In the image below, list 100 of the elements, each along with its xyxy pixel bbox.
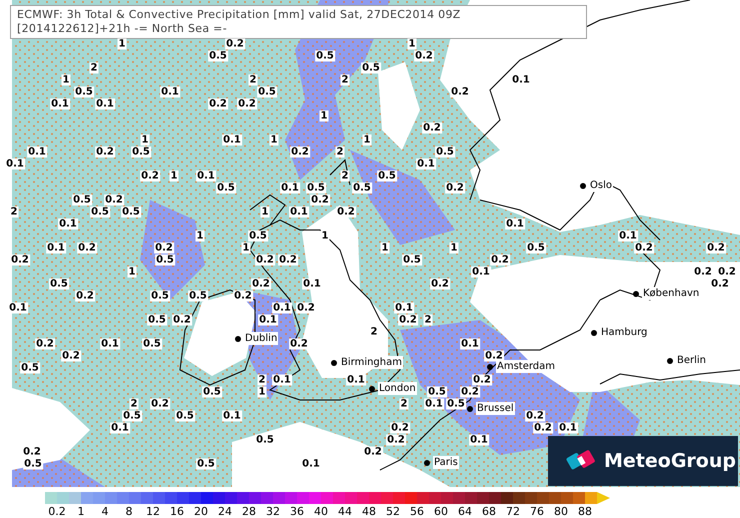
contour-label: 0.5 <box>142 338 162 350</box>
contour-label: 0.2 <box>154 242 174 254</box>
contour-label: 0.5 <box>23 458 43 470</box>
contour-label: 0.5 <box>526 242 546 254</box>
contour-label: 2 <box>336 146 344 158</box>
contour-label: 0.5 <box>74 86 94 98</box>
contour-label: 0.2 <box>140 170 160 182</box>
contour-label: 2 <box>10 206 18 218</box>
contour-label: 0.5 <box>361 62 381 74</box>
contour-label: 1 <box>320 230 330 242</box>
contour-label: 0.1 <box>618 230 638 242</box>
contour-label: 0.1 <box>424 398 444 410</box>
contour-label: 0.2 <box>296 302 316 314</box>
contour-label: 0.1 <box>471 266 491 278</box>
contour-label: 1 <box>270 134 278 146</box>
contour-label: 1 <box>408 38 416 50</box>
city-label: Dublin <box>244 332 278 345</box>
contour-label: 0.5 <box>175 410 195 422</box>
contour-label: 0.2 <box>525 410 545 422</box>
contour-label: 0.2 <box>251 278 271 290</box>
contour-label: 0.2 <box>225 38 245 50</box>
contour-label: 0.5 <box>306 182 326 194</box>
scale-label: 24 <box>218 506 232 518</box>
contour-label: 1 <box>140 134 150 146</box>
contour-label: 1 <box>196 230 204 242</box>
contour-label: 0.2 <box>233 290 253 302</box>
contour-label: 0.1 <box>196 170 216 182</box>
city-label: Hamburg <box>600 326 648 339</box>
contour-label: 0.1 <box>27 146 47 158</box>
scale-label: 64 <box>458 506 472 518</box>
contour-label: 1 <box>118 38 126 50</box>
contour-label: 1 <box>260 206 270 218</box>
contour-label: 0.2 <box>10 254 30 266</box>
contour-label: 0.2 <box>414 50 434 62</box>
contour-label: 0.2 <box>390 422 410 434</box>
contour-label: 0.1 <box>5 158 25 170</box>
contour-label: 0.5 <box>377 170 397 182</box>
contour-label: 0.2 <box>104 194 124 206</box>
scale-label: 12 <box>146 506 160 518</box>
contour-label: 0.1 <box>558 422 578 434</box>
scale-label: 16 <box>170 506 184 518</box>
contour-label: 1 <box>450 242 458 254</box>
contour-label: 0.2 <box>422 122 442 134</box>
contour-label: 0.1 <box>505 218 525 230</box>
contour-label: 0.5 <box>131 146 151 158</box>
city-label: Amsterdam <box>496 360 556 373</box>
contour-label: 0.2 <box>237 98 257 110</box>
contour-label: 0.5 <box>188 290 208 302</box>
contour-label: 0.1 <box>460 338 480 350</box>
contour-label: 2 <box>340 170 350 182</box>
scale-label: 4 <box>102 506 108 518</box>
scale-label: 0.2 <box>48 506 66 518</box>
scale-label: 48 <box>362 506 376 518</box>
contour-label: 0.5 <box>446 398 466 410</box>
contour-label: 1 <box>62 74 70 86</box>
scale-label: 76 <box>530 506 544 518</box>
contour-label: 0.2 <box>450 86 470 98</box>
contour-label: 0.5 <box>196 458 216 470</box>
contour-label: 0.5 <box>150 290 170 302</box>
scale-label: 56 <box>410 506 424 518</box>
contour-label: 0.1 <box>8 302 28 314</box>
contour-label: 0.1 <box>280 182 300 194</box>
contour-label: 0.2 <box>75 290 95 302</box>
contour-label: 0.2 <box>290 146 310 158</box>
contour-label: 1 <box>170 170 178 182</box>
scale-label: 68 <box>482 506 496 518</box>
contour-label: 0.1 <box>222 410 242 422</box>
contour-label: 0.1 <box>258 314 278 326</box>
city-label: Oslo <box>589 179 613 192</box>
contour-label: 0.2 <box>398 314 418 326</box>
contour-label: 0.1 <box>289 206 309 218</box>
contour-label: 0.2 <box>172 314 192 326</box>
contour-label: 0.2 <box>430 278 450 290</box>
contour-label: 0.1 <box>58 218 78 230</box>
contour-label: 0.1 <box>272 302 292 314</box>
city-label: København <box>642 287 700 300</box>
contour-label: 0.1 <box>50 98 70 110</box>
scale-label: 60 <box>434 506 448 518</box>
contour-label: 0.1 <box>95 98 115 110</box>
scale-label: 44 <box>338 506 352 518</box>
contour-label: 0.1 <box>302 278 322 290</box>
city-label: Birmingham <box>340 356 403 369</box>
contour-label: 0.5 <box>208 50 228 62</box>
contour-label: 0.5 <box>427 386 447 398</box>
contour-label: 0.5 <box>257 86 277 98</box>
city-label: Paris <box>433 456 459 469</box>
title-line: [2014122612]+21h -= North Sea =- <box>17 22 228 36</box>
contour-label: 0.2 <box>336 206 356 218</box>
city-label: Brussel <box>476 402 515 415</box>
contour-label: 2 <box>130 398 138 410</box>
contour-label: 0.1 <box>222 134 242 146</box>
contour-label: 0.2 <box>255 254 275 266</box>
scale-label: 80 <box>554 506 568 518</box>
scale-label: 20 <box>194 506 208 518</box>
title-line: ECMWF: 3h Total & Convective Precipitation [mm] valid Sat, 27DEC2014 09Z <box>17 8 462 22</box>
contour-label: 0.2 <box>310 194 330 206</box>
contour-label: 0.5 <box>155 254 175 266</box>
scale-label: 1 <box>78 506 84 518</box>
contour-label: 0.5 <box>216 182 236 194</box>
contour-label: 0.2 <box>150 398 170 410</box>
